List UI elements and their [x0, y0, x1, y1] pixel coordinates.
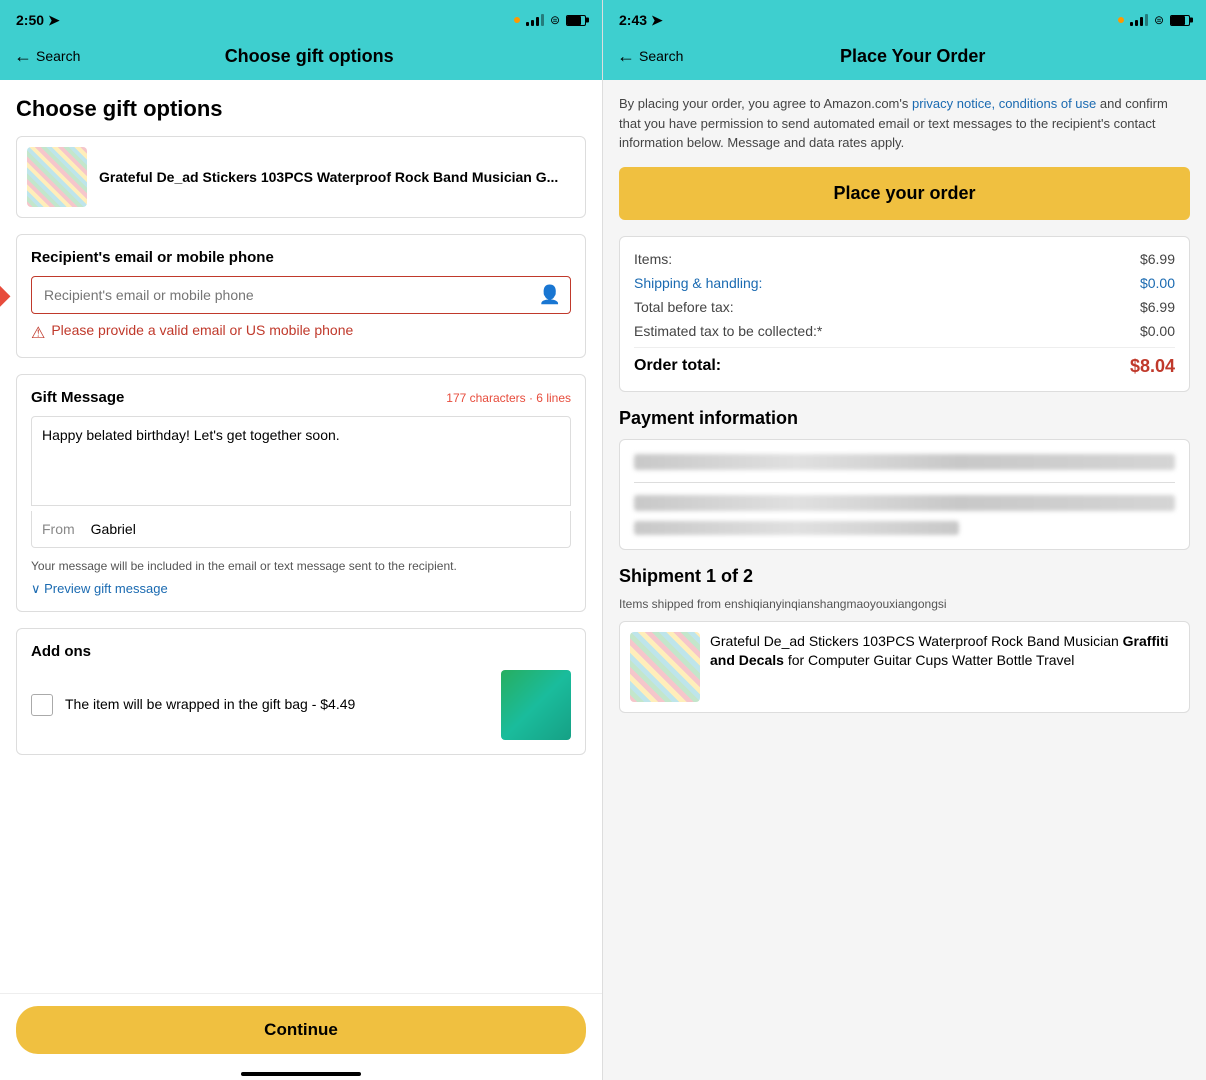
- shipment-product-card: Grateful De_ad Stickers 103PCS Waterproo…: [619, 621, 1190, 713]
- wifi-icon: ⊜: [550, 13, 560, 27]
- payment-blur-1: [634, 454, 1175, 470]
- signal-dot-right: [1118, 17, 1124, 23]
- phone-left: 2:50 ➤ ⊜ ← Search Choose gift options: [0, 0, 603, 1080]
- tax-before-label: Total before tax:: [634, 299, 734, 315]
- home-indicator-left: [0, 1066, 602, 1080]
- right-scroll-content[interactable]: By placing your order, you agree to Amaz…: [603, 80, 1206, 1080]
- shipment-section: Shipment 1 of 2 Items shipped from enshi…: [619, 566, 1190, 713]
- nav-bar-left: ← Search Choose gift options: [0, 36, 602, 80]
- error-message: ⚠ Please provide a valid email or US mob…: [31, 322, 571, 343]
- addon-text: The item will be wrapped in the gift bag…: [65, 695, 489, 715]
- nav-bar-right: ← Search Place Your Order: [603, 36, 1206, 80]
- from-value: Gabriel: [91, 521, 136, 537]
- shipment-heading: Shipment 1 of 2: [619, 566, 1190, 587]
- privacy-notice-link[interactable]: privacy notice,: [912, 96, 995, 111]
- est-tax-label: Estimated tax to be collected:*: [634, 323, 822, 339]
- shipment-product-image: [630, 632, 700, 702]
- order-total-row: Order total: $8.04: [634, 356, 1175, 377]
- time-right: 2:43 ➤: [619, 12, 663, 29]
- payment-blur-2: [634, 495, 1175, 511]
- place-order-button[interactable]: Place your order: [619, 167, 1190, 220]
- preview-gift-message-link[interactable]: ∨ Preview gift message: [31, 581, 571, 597]
- items-value: $6.99: [1140, 251, 1175, 267]
- gift-message-label: Gift Message: [31, 389, 124, 406]
- red-arrow-icon: ➔: [0, 270, 13, 320]
- gift-message-section: Gift Message 177 characters · 6 lines Fr…: [16, 374, 586, 612]
- status-bar-right: 2:43 ➤ ⊜: [603, 0, 1206, 36]
- addons-section: Add ons The item will be wrapped in the …: [16, 628, 586, 755]
- back-arrow-icon: ←: [14, 46, 32, 67]
- battery-icon: [566, 15, 586, 26]
- product-card: Grateful De_ad Stickers 103PCS Waterproo…: [16, 136, 586, 218]
- shipping-label: Shipping & handling:: [634, 275, 762, 291]
- error-icon: ⚠: [31, 323, 45, 343]
- est-tax-row: Estimated tax to be collected:* $0.00: [634, 323, 1175, 339]
- seller-text: Items shipped from enshiqianyinqianshang…: [619, 597, 1190, 611]
- char-count: 177 characters · 6 lines: [446, 391, 571, 405]
- summary-divider: [634, 347, 1175, 348]
- product-title: Grateful De_ad Stickers 103PCS Waterproo…: [99, 168, 558, 186]
- est-tax-value: $0.00: [1140, 323, 1175, 339]
- back-arrow-icon-right: ←: [617, 46, 635, 67]
- shipping-value: $0.00: [1140, 275, 1175, 291]
- order-total-value: $8.04: [1130, 356, 1175, 377]
- addons-heading: Add ons: [31, 643, 571, 660]
- payment-blur-3: [634, 521, 959, 535]
- home-indicator-bar-left: [241, 1072, 361, 1076]
- items-row: Items: $6.99: [634, 251, 1175, 267]
- signal-dot: [514, 17, 520, 23]
- nav-title-left: Choose gift options: [30, 46, 588, 67]
- time-left: 2:50 ➤: [16, 12, 60, 29]
- shipping-row: Shipping & handling: $0.00: [634, 275, 1175, 291]
- arrow-container: ➔ 👤: [31, 276, 571, 314]
- status-icons-left: ⊜: [514, 13, 586, 27]
- payment-card: [619, 439, 1190, 550]
- order-total-label: Order total:: [634, 357, 721, 375]
- person-search-icon: 👤: [539, 285, 561, 306]
- left-scroll-content[interactable]: Choose gift options Grateful De_ad Stick…: [0, 80, 602, 993]
- tax-before-value: $6.99: [1140, 299, 1175, 315]
- message-note: Your message will be included in the ema…: [31, 558, 571, 575]
- order-summary-card: Items: $6.99 Shipping & handling: $0.00 …: [619, 236, 1190, 392]
- conditions-link[interactable]: conditions of use: [999, 96, 1097, 111]
- recipient-label: Recipient's email or mobile phone: [31, 249, 571, 266]
- payment-divider: [634, 482, 1175, 483]
- payment-heading: Payment information: [619, 408, 1190, 429]
- from-label: From: [42, 521, 75, 537]
- nav-title-right: Place Your Order: [633, 46, 1192, 67]
- gift-section-header: Gift Message 177 characters · 6 lines: [31, 389, 571, 406]
- wifi-icon-right: ⊜: [1154, 13, 1164, 27]
- phone-right: 2:43 ➤ ⊜ ← Search Place Your Order: [603, 0, 1206, 1080]
- recipient-section: Recipient's email or mobile phone ➔ 👤 ⚠ …: [16, 234, 586, 358]
- shipment-product-title: Grateful De_ad Stickers 103PCS Waterproo…: [710, 632, 1179, 671]
- tax-before-row: Total before tax: $6.99: [634, 299, 1175, 315]
- addon-item: The item will be wrapped in the gift bag…: [31, 670, 571, 740]
- battery-icon-right: [1170, 15, 1190, 26]
- status-bar-left: 2:50 ➤ ⊜: [0, 0, 602, 36]
- error-text: Please provide a valid email or US mobil…: [51, 322, 353, 338]
- recipient-input[interactable]: [31, 276, 571, 314]
- page-heading: Choose gift options: [16, 96, 586, 122]
- addon-checkbox[interactable]: [31, 694, 53, 716]
- signal-bars-right: [1130, 14, 1148, 26]
- status-icons-right: ⊜: [1118, 13, 1190, 27]
- addon-image: [501, 670, 571, 740]
- continue-btn-wrapper: Continue: [0, 993, 602, 1066]
- signal-bars: [526, 14, 544, 26]
- continue-button[interactable]: Continue: [16, 1006, 586, 1054]
- items-label: Items:: [634, 251, 672, 267]
- product-image: [27, 147, 87, 207]
- from-row: From Gabriel: [31, 511, 571, 548]
- gift-message-textarea[interactable]: [31, 416, 571, 506]
- legal-text: By placing your order, you agree to Amaz…: [619, 94, 1190, 153]
- input-wrapper: 👤: [31, 276, 571, 314]
